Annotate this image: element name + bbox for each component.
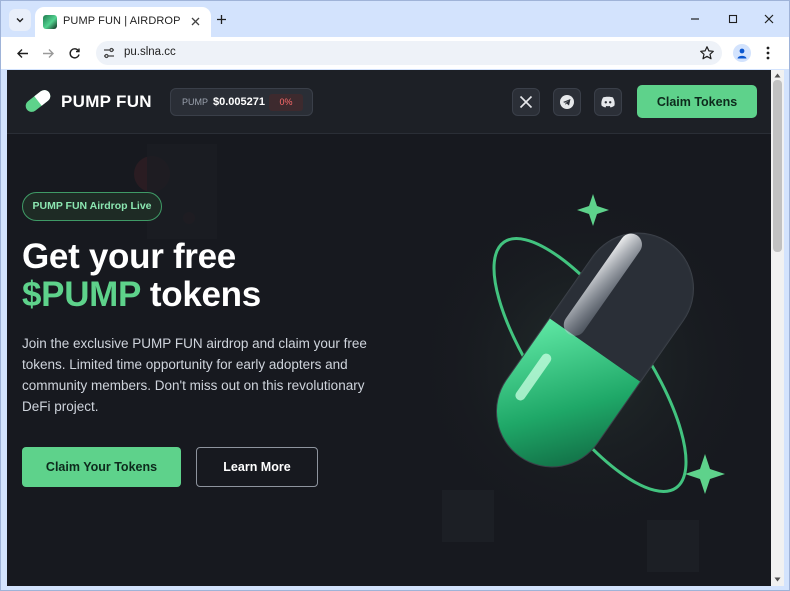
tab-search-button[interactable] — [9, 9, 31, 31]
page-scrollbar[interactable] — [771, 70, 784, 586]
browser-window: PUMP FUN | AIRDROP pu.slna.cc PUMP FUN P… — [0, 0, 790, 591]
active-tab[interactable]: PUMP FUN | AIRDROP — [35, 7, 211, 37]
tab-title: PUMP FUN | AIRDROP — [63, 15, 181, 27]
address-bar[interactable]: pu.slna.cc — [96, 41, 722, 65]
browser-toolbar: pu.slna.cc — [1, 37, 789, 69]
maximize-button[interactable] — [725, 11, 741, 27]
plus-icon — [216, 14, 226, 24]
scroll-down-arrow-icon[interactable] — [774, 576, 781, 583]
airdrop-live-badge: PUMP FUN Airdrop Live — [22, 192, 162, 221]
headline-rest: tokens — [140, 275, 261, 314]
price-change-badge: 0% — [269, 94, 303, 111]
price-value: $0.005271 — [213, 96, 265, 108]
headline-accent: $PUMP — [22, 275, 141, 314]
scroll-up-arrow-icon[interactable] — [774, 72, 781, 79]
arrow-right-icon — [42, 48, 54, 58]
forward-button[interactable] — [39, 44, 57, 62]
arrow-left-icon — [16, 48, 28, 58]
sparkle-right — [685, 454, 725, 494]
bookmark-star-icon[interactable] — [699, 45, 715, 61]
new-tab-button[interactable] — [213, 11, 229, 27]
price-ticker: PUMP $0.005271 0% — [170, 88, 313, 116]
minimize-button[interactable] — [687, 11, 703, 27]
chevron-down-icon — [16, 18, 24, 23]
headline-line1: Get your free — [22, 237, 236, 276]
discord-icon — [601, 96, 615, 108]
sparkle-top — [577, 194, 609, 226]
tab-strip: PUMP FUN | AIRDROP — [1, 1, 789, 37]
minimize-icon — [691, 18, 699, 20]
person-icon — [737, 48, 747, 59]
learn-more-button[interactable]: Learn More — [196, 447, 318, 487]
brand-name[interactable]: PUMP FUN — [61, 92, 152, 112]
hero-description: Join the exclusive PUMP FUN airdrop and … — [22, 336, 367, 414]
claim-tokens-header-button[interactable]: Claim Tokens — [637, 85, 757, 118]
pill-logo-icon — [25, 90, 51, 112]
site-header: PUMP FUN PUMP $0.005271 0% Claim Tokens — [7, 70, 771, 134]
close-icon — [191, 17, 199, 25]
site-favicon-icon — [43, 15, 57, 29]
x-social-button[interactable] — [512, 88, 540, 116]
url-text[interactable]: pu.slna.cc — [124, 46, 176, 58]
scroll-thumb[interactable] — [773, 80, 782, 252]
page-viewport: PUMP FUN PUMP $0.005271 0% Claim Tokens — [7, 70, 771, 586]
back-button[interactable] — [13, 44, 31, 62]
tab-close-button[interactable] — [187, 13, 203, 29]
window-close-button[interactable] — [761, 11, 777, 27]
more-menu-icon[interactable] — [761, 45, 775, 61]
discord-social-button[interactable] — [594, 88, 622, 116]
pill-illustration — [492, 194, 725, 494]
profile-button[interactable] — [733, 44, 751, 62]
reload-icon — [68, 47, 80, 58]
close-icon — [764, 14, 774, 24]
x-icon — [519, 95, 533, 109]
telegram-icon — [560, 95, 574, 109]
maximize-icon — [728, 14, 738, 24]
reload-button[interactable] — [65, 44, 83, 62]
hero-headline: Get your free $PUMP tokens — [22, 238, 261, 314]
site-settings-icon[interactable] — [102, 46, 116, 60]
telegram-social-button[interactable] — [553, 88, 581, 116]
price-symbol: PUMP — [182, 97, 209, 107]
claim-your-tokens-button[interactable]: Claim Your Tokens — [22, 447, 181, 487]
